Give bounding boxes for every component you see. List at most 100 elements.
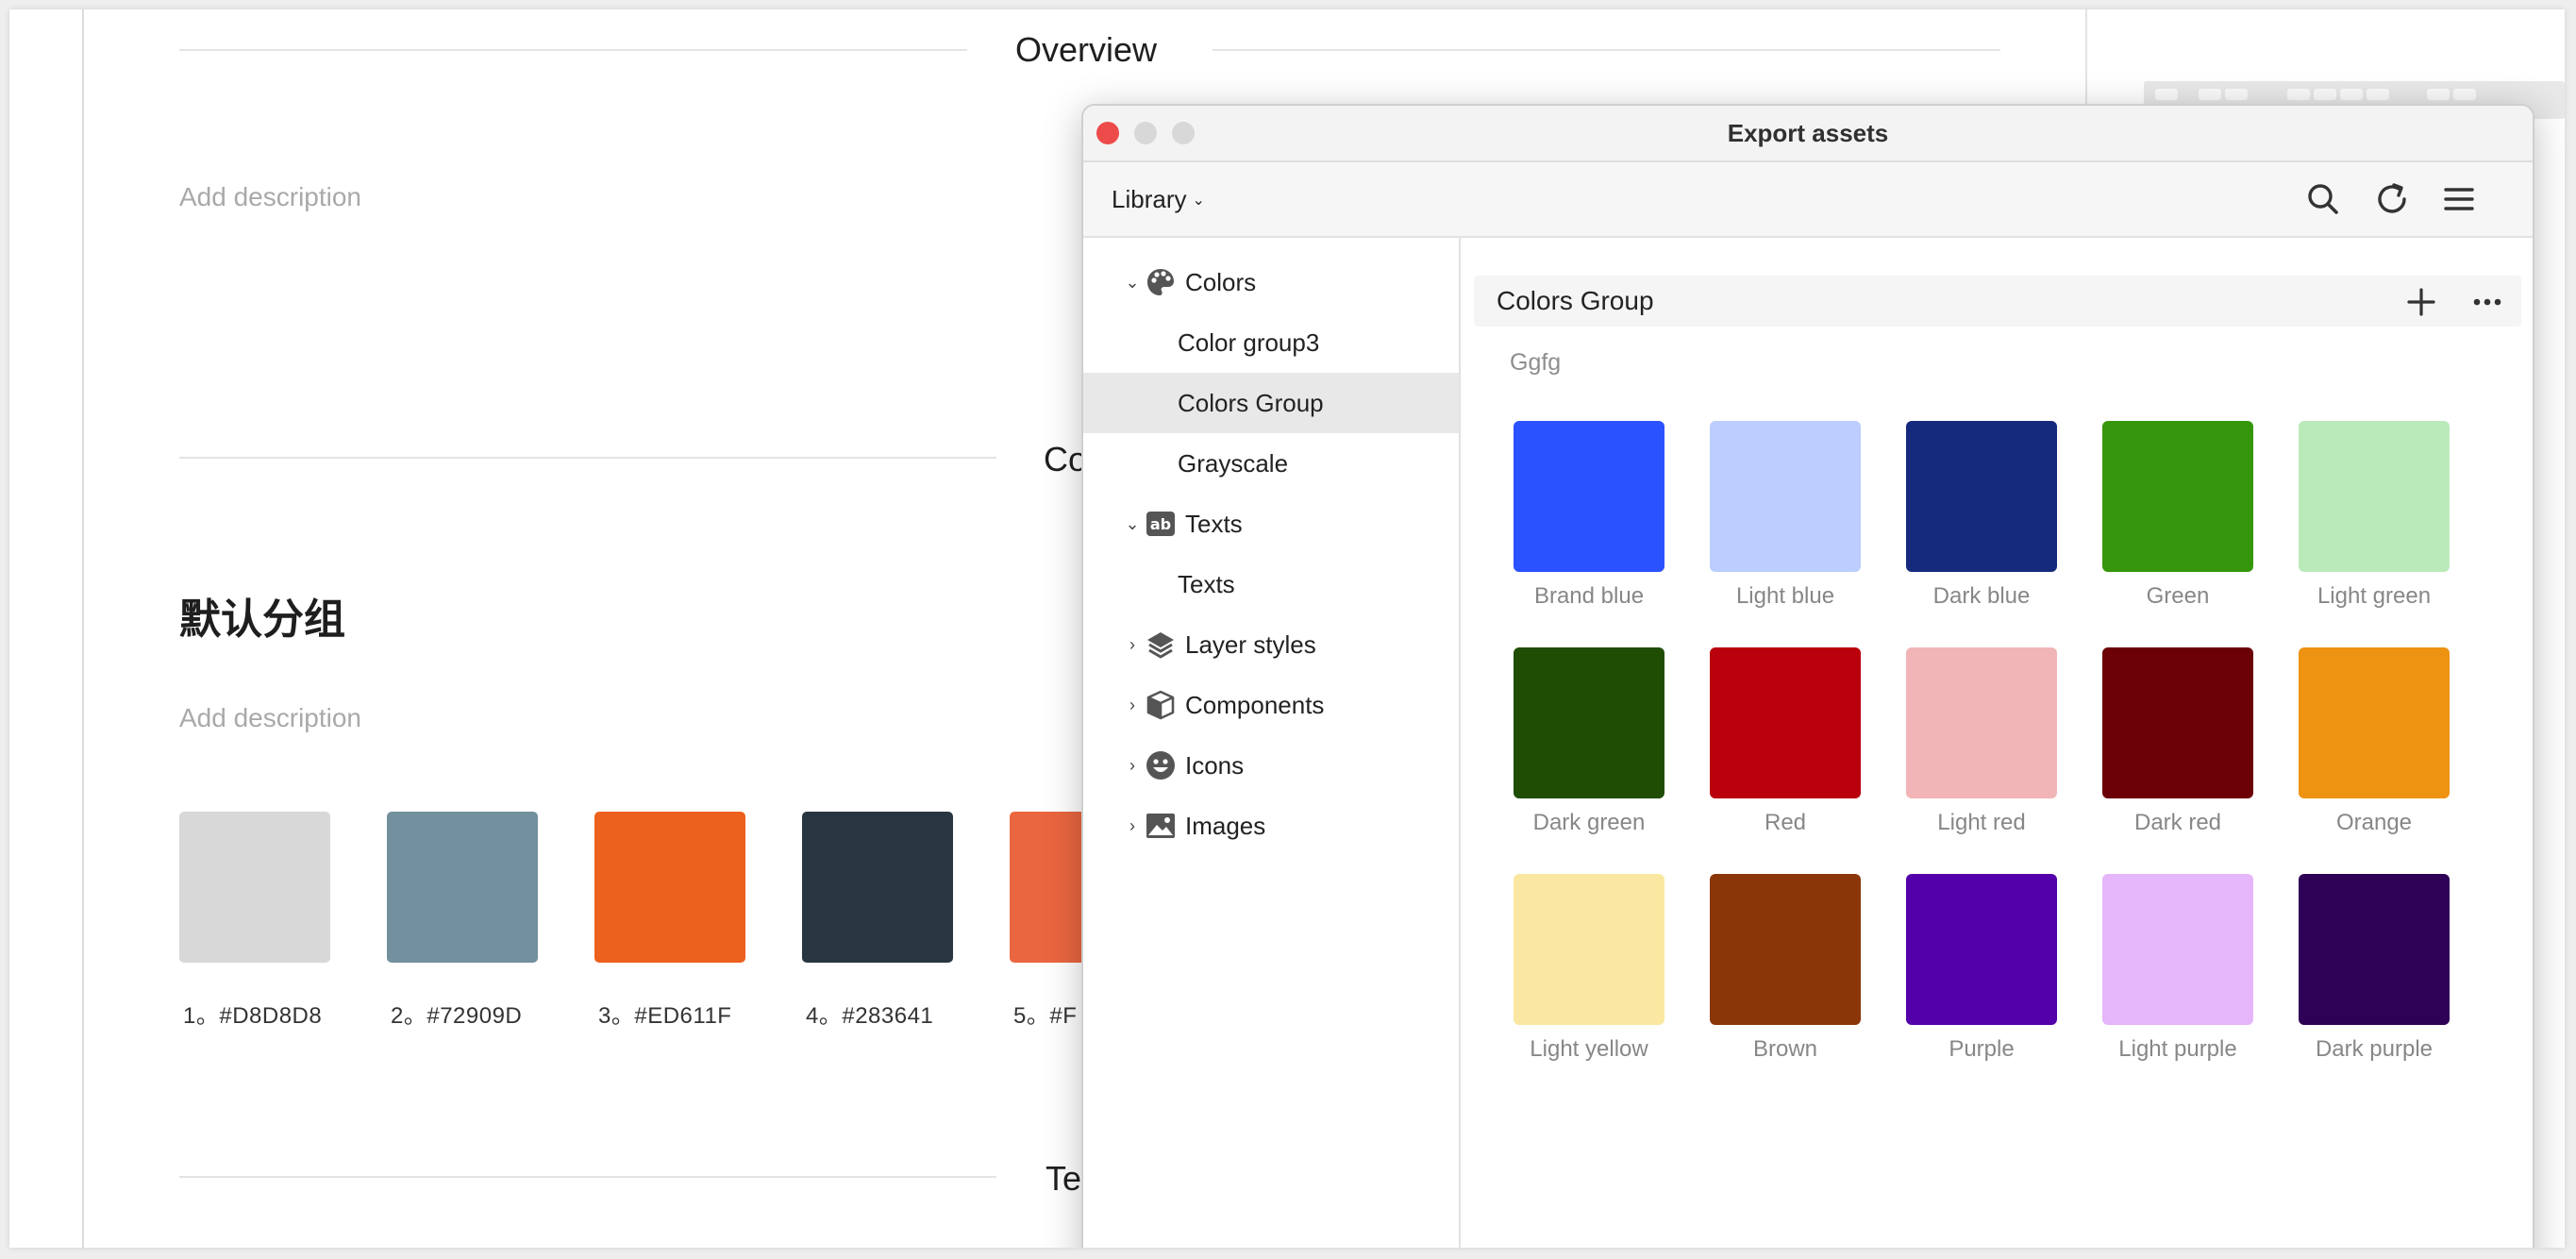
- chevron-right-icon[interactable]: ›: [1123, 735, 1142, 796]
- sidebar-item-components[interactable]: › Components: [1083, 675, 1459, 735]
- sidebar-item-texts[interactable]: ⌄ ab Texts: [1083, 494, 1459, 554]
- document-color-swatch[interactable]: [594, 812, 745, 963]
- document-color-swatch[interactable]: [387, 812, 538, 963]
- document-color-swatch[interactable]: [179, 812, 330, 963]
- sidebar-item-colors-group[interactable]: Colors Group: [1083, 373, 1459, 433]
- sidebar-item-colors[interactable]: ⌄ Colors: [1083, 252, 1459, 312]
- color-swatch-name: Light blue: [1735, 583, 1835, 609]
- sidebar-item-icons[interactable]: › Icons: [1083, 735, 1459, 796]
- refresh-icon[interactable]: [2373, 180, 2411, 218]
- chevron-down-icon: ⌄: [1192, 193, 1205, 210]
- color-swatch-name: Green: [2146, 583, 2210, 609]
- document-swatch-label: 3。#ED611F: [598, 1003, 732, 1029]
- overview-heading: Overview: [1015, 30, 1158, 69]
- color-swatch-name: Light purple: [2118, 1036, 2237, 1062]
- sidebar-item-label: Icons: [1185, 751, 1245, 780]
- colors-section-divider: [179, 457, 996, 459]
- color-swatch-name: Purple: [1949, 1036, 2015, 1062]
- library-dropdown[interactable]: Library ⌄: [1112, 162, 1205, 236]
- color-swatch[interactable]: [1710, 647, 1861, 798]
- color-swatch[interactable]: [1514, 421, 1664, 572]
- library-label: Library: [1112, 185, 1187, 213]
- chevron-down-icon[interactable]: ⌄: [1123, 252, 1142, 312]
- sidebar-item-label: Texts: [1185, 510, 1243, 538]
- group-description: Ggfg: [1510, 349, 1562, 376]
- color-swatch[interactable]: [1710, 874, 1861, 1025]
- palette-icon: [1147, 269, 1174, 295]
- color-swatch-name: Light red: [1937, 810, 2026, 835]
- chevron-right-icon[interactable]: ›: [1123, 796, 1142, 856]
- overview-divider-right: [1213, 49, 2000, 51]
- chevron-right-icon[interactable]: ›: [1123, 614, 1142, 675]
- cube-icon: [1146, 690, 1175, 720]
- sidebar-item-grayscale[interactable]: Grayscale: [1083, 433, 1459, 494]
- color-swatch-name: Dark green: [1532, 810, 1646, 835]
- color-swatch-name: Dark blue: [1932, 583, 2031, 609]
- document-color-swatch[interactable]: [802, 812, 953, 963]
- image-icon: [1146, 814, 1175, 838]
- sidebar-item-layer-styles[interactable]: › Layer styles: [1083, 614, 1459, 675]
- sidebar-item-label: Color group3: [1178, 328, 1320, 357]
- color-swatch[interactable]: [2299, 647, 2450, 798]
- color-swatch-name: Brown: [1752, 1036, 1818, 1062]
- color-swatch-name: Red: [1764, 810, 1807, 835]
- document-swatch-label: 5。#F: [1013, 1003, 1078, 1029]
- color-swatch-name: Dark purple: [2315, 1036, 2434, 1062]
- menu-icon[interactable]: [2440, 180, 2478, 218]
- sidebar-item-label: Texts: [1178, 570, 1235, 598]
- color-swatch[interactable]: [1514, 874, 1664, 1025]
- sidebar-item-label: Components: [1185, 691, 1325, 719]
- color-group-panel: Colors Group Ggfg Brand blue Light blue Da…: [1461, 238, 2533, 1248]
- sidebar-item-label: Colors Group: [1178, 389, 1324, 417]
- sidebar-item-label: Layer styles: [1185, 630, 1316, 659]
- more-options-icon[interactable]: [2470, 285, 2504, 319]
- sidebar-item-color-group3[interactable]: Color group3: [1083, 312, 1459, 373]
- screenshot-frame: Overview Add description Co 默认分组 Add des…: [9, 9, 2565, 1248]
- group-title: Colors Group: [1497, 286, 1654, 315]
- sidebar-item-label: Images: [1185, 812, 1266, 840]
- color-swatch[interactable]: [2102, 647, 2253, 798]
- color-swatch[interactable]: [1906, 421, 2057, 572]
- smiley-icon: [1146, 751, 1175, 780]
- document-swatch-label: 2。#72909D: [391, 1003, 523, 1029]
- color-swatch-name: Brand blue: [1533, 583, 1645, 609]
- add-icon[interactable]: [2404, 285, 2438, 319]
- overview-divider-left: [179, 49, 967, 51]
- asset-sidebar: ⌄ Colors Color group3 Colors Group Grays…: [1083, 238, 1461, 1248]
- group-title: 默认分组: [179, 596, 345, 644]
- document-left-border: [82, 9, 84, 1248]
- layers-icon: [1147, 632, 1174, 659]
- document-swatch-label: 1。#D8D8D8: [183, 1003, 323, 1029]
- color-swatch[interactable]: [1906, 647, 2057, 798]
- text-ab-icon: ab: [1146, 512, 1175, 536]
- window-title: Export assets: [1727, 119, 1889, 147]
- color-swatch[interactable]: [1514, 647, 1664, 798]
- sidebar-item-label: Colors: [1185, 268, 1257, 296]
- group-header: Colors Group: [1474, 276, 2521, 327]
- sidebar-item-images[interactable]: › Images: [1083, 796, 1459, 856]
- group-description[interactable]: Add description: [179, 703, 361, 733]
- color-swatch-name: Dark red: [2133, 810, 2222, 835]
- document-swatch-label: 4。#283641: [806, 1003, 934, 1029]
- color-swatch[interactable]: [2299, 874, 2450, 1025]
- chevron-right-icon[interactable]: ›: [1123, 675, 1142, 735]
- toolbar: Library ⌄: [1083, 162, 2533, 238]
- sidebar-item-texts-child[interactable]: Texts: [1083, 554, 1459, 614]
- color-swatch-name: Light yellow: [1530, 1036, 1648, 1062]
- color-swatch[interactable]: [2299, 421, 2450, 572]
- color-swatch[interactable]: [2102, 874, 2253, 1025]
- color-swatch[interactable]: [2102, 421, 2253, 572]
- texts-section-divider: [179, 1176, 996, 1178]
- color-swatch[interactable]: [1710, 421, 1861, 572]
- texts-section-heading: Te: [1045, 1159, 1082, 1198]
- overview-description[interactable]: Add description: [179, 182, 361, 212]
- title-bar[interactable]: Export assets: [1083, 106, 2533, 162]
- svg-text:ab: ab: [1150, 515, 1171, 533]
- color-swatch-name: Orange: [2335, 810, 2413, 835]
- color-swatch-name: Light green: [2317, 583, 2432, 609]
- sidebar-item-label: Grayscale: [1178, 449, 1289, 478]
- export-assets-window: Export assets Library ⌄ ⌄ Colors Color g…: [1081, 104, 2534, 1248]
- chevron-down-icon[interactable]: ⌄: [1123, 494, 1142, 554]
- search-icon[interactable]: [2304, 180, 2342, 218]
- color-swatch[interactable]: [1906, 874, 2057, 1025]
